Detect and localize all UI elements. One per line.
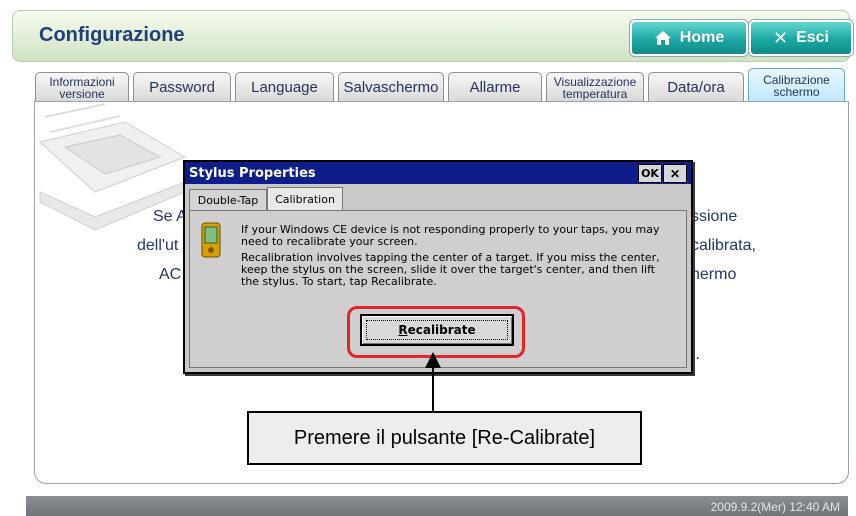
dialog-text-intro: If your Windows CE device is not respond…: [241, 223, 660, 248]
info-text-left-2: dell'ut: [137, 237, 179, 254]
close-icon: ✕: [772, 27, 789, 48]
dialog-tab-calibration[interactable]: Calibration: [267, 187, 343, 211]
pda-icon: [201, 222, 221, 258]
tab-allarme[interactable]: Allarme: [448, 72, 542, 103]
home-label: Home: [679, 29, 725, 46]
info-text-right-3: hermo: [691, 266, 737, 283]
app-window: Configurazione Home ✕ Esci Informazioni …: [0, 0, 856, 516]
info-text-left-1: Se A: [153, 208, 187, 225]
settings-tabs: Informazioni versione Password Language …: [35, 68, 845, 103]
home-icon: [654, 30, 672, 46]
instruction-callout: Premere il pulsante [Re-Calibrate]: [247, 411, 642, 465]
dialog-text-instructions: Recalibration involves tapping the cente…: [241, 251, 660, 288]
dialog-ok-button[interactable]: OK: [638, 164, 662, 183]
callout-arrow-head: [425, 352, 441, 368]
info-text-right-2: calibrata,: [691, 237, 756, 254]
dialog-title: Stylus Properties: [189, 166, 316, 181]
tab-language[interactable]: Language: [235, 72, 334, 103]
tab-visualizzazione-temperatura[interactable]: Visualizzazione temperatura: [546, 72, 644, 103]
exit-button[interactable]: ✕ Esci: [749, 20, 853, 56]
tab-password[interactable]: Password: [133, 72, 231, 103]
tab-informazioni-versione[interactable]: Informazioni versione: [35, 72, 129, 103]
tab-calibrazione-schermo[interactable]: Calibrazione schermo: [748, 68, 845, 103]
status-bar: 2009.9.2(Mer) 12:40 AM: [26, 496, 848, 516]
home-button[interactable]: Home: [630, 20, 748, 56]
exit-label: Esci: [796, 29, 829, 46]
recalibrate-highlight: [347, 306, 525, 358]
dialog-title-bar: Stylus Properties OK ✕: [185, 162, 691, 184]
info-text-left-3: AC: [159, 266, 182, 283]
header-bar: Configurazione Home ✕ Esci: [12, 10, 853, 62]
tab-data-ora[interactable]: Data/ora: [648, 72, 744, 103]
tab-salvaschermo[interactable]: Salvaschermo: [338, 72, 444, 103]
status-datetime: 2009.9.2(Mer) 12:40 AM: [710, 500, 840, 514]
dialog-tab-double-tap[interactable]: Double-Tap: [189, 189, 267, 211]
page-title: Configurazione: [39, 24, 185, 46]
dialog-close-button[interactable]: ✕: [663, 164, 687, 183]
info-text-right-1: ssione: [691, 208, 738, 225]
